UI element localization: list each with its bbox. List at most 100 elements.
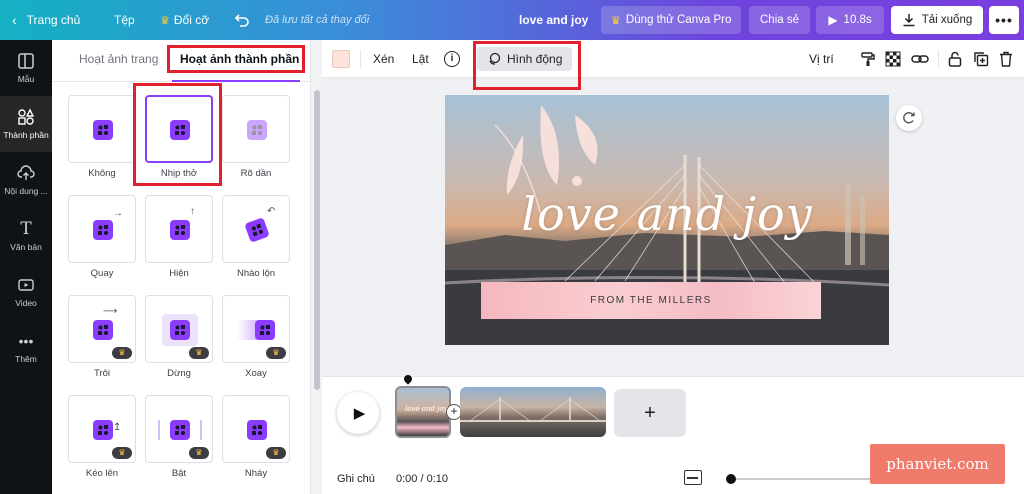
notes-button[interactable]: Ghi chú	[337, 473, 375, 485]
design-page[interactable]: love and joy FROM THE MILLERS	[445, 95, 889, 345]
animation-thumbnail	[222, 95, 290, 163]
color-picker-button[interactable]	[332, 40, 350, 78]
more-button[interactable]: •••	[989, 6, 1019, 34]
shapes-icon	[93, 320, 113, 340]
pro-crown-badge: ♛	[112, 447, 132, 459]
animation-option-pop[interactable]: ♛ Bật	[145, 395, 213, 479]
arrow-right-icon: ⟶	[103, 306, 118, 317]
rail-item-uploads[interactable]: Nội dung ...	[0, 152, 52, 208]
pro-crown-badge: ♛	[112, 347, 132, 359]
pro-crown-badge: ♛	[266, 447, 286, 459]
animation-option-drift[interactable]: ⟶ ♛ Trôi	[68, 295, 136, 379]
duplicate-button[interactable]	[973, 40, 989, 78]
download-button[interactable]: Tải xuống	[891, 6, 983, 34]
playhead[interactable]	[402, 373, 414, 385]
color-swatch	[332, 50, 350, 68]
watermark-text: phanviet.com	[886, 455, 989, 473]
animation-label: Dừng	[167, 368, 191, 379]
file-label: Tệp	[114, 13, 135, 27]
animation-label: Rõ dần	[240, 168, 272, 179]
position-button[interactable]: Vị trí	[809, 40, 834, 78]
flip-button[interactable]: Lật	[412, 40, 429, 78]
animation-label: Xoay	[245, 368, 267, 379]
resize-label: Đổi cỡ	[173, 13, 210, 27]
animation-option-pan-up[interactable]: ↥ ♛ Kéo lên	[68, 395, 136, 479]
grid-view-button[interactable]	[684, 470, 702, 485]
crop-button[interactable]: Xén	[373, 40, 394, 78]
lock-icon	[948, 51, 962, 67]
highlight-element-animations-tab	[167, 45, 305, 73]
transparency-button[interactable]	[885, 40, 901, 78]
scene-thumbnail-1[interactable]: love and joy	[395, 386, 451, 438]
design-banner[interactable]: FROM THE MILLERS	[481, 282, 821, 319]
animation-option-rotate[interactable]: → Quay	[68, 195, 136, 279]
try-pro-button[interactable]: ♛ Dùng thử Canva Pro	[601, 6, 741, 34]
animation-thumbnail: ♛	[222, 395, 290, 463]
home-button[interactable]: ‹ Trang chủ	[12, 0, 80, 40]
rail-item-templates[interactable]: Mẫu	[0, 40, 52, 96]
time-display: 0:00 / 0:10	[396, 473, 448, 485]
pro-crown-badge: ♛	[189, 347, 209, 359]
animation-option-spin[interactable]: ♛ Xoay	[222, 295, 290, 379]
flip-label: Lật	[412, 52, 429, 66]
zoom-slider-handle[interactable]	[726, 474, 736, 484]
info-button[interactable]: i	[444, 40, 460, 78]
paint-roller-button[interactable]	[860, 40, 876, 78]
scene-thumbnail-2[interactable]	[460, 387, 606, 437]
shapes-icon	[170, 220, 190, 240]
animation-thumbnail: ⟶ ♛	[68, 295, 136, 363]
lock-button[interactable]	[948, 40, 962, 78]
animation-thumbnail: ↥ ♛	[68, 395, 136, 463]
undo-button[interactable]	[234, 0, 250, 40]
editor-toolbar: Xén Lật i Hình động Vị trí	[322, 40, 1024, 78]
highlight-animate-button	[473, 41, 581, 90]
delete-button[interactable]	[999, 40, 1013, 78]
transparency-icon	[885, 51, 901, 67]
pro-crown-badge: ♛	[266, 347, 286, 359]
animation-option-fade[interactable]: Rõ dần	[222, 95, 290, 179]
cloud-upload-icon	[17, 165, 35, 180]
rail-item-more[interactable]: ••• Thêm	[0, 320, 52, 376]
tab-page-animations[interactable]: Hoạt ảnh trang	[79, 52, 158, 66]
rail-item-elements[interactable]: Thành phần	[0, 96, 52, 152]
refresh-button[interactable]	[896, 105, 922, 131]
motion-trail	[237, 320, 257, 340]
panel-scroll-thumb[interactable]	[314, 90, 320, 390]
arrow-right-icon: →	[113, 208, 123, 219]
animation-option-rise[interactable]: ↑ Hiện	[145, 195, 213, 279]
add-scene-button[interactable]: +	[614, 389, 686, 437]
share-label: Chia sẻ	[760, 14, 799, 26]
pop-lines-left	[158, 420, 162, 440]
play-timeline-button[interactable]: ▶	[337, 392, 379, 434]
canvas-area: love and joy FROM THE MILLERS	[322, 78, 1024, 376]
animation-thumbnail: ♛	[145, 295, 213, 363]
design-title-text[interactable]: love and joy	[485, 187, 849, 241]
animation-thumbnail: ↑	[145, 195, 213, 263]
animation-label: Bật	[171, 468, 187, 479]
animation-option-none[interactable]: Không	[68, 95, 136, 179]
elements-icon	[18, 108, 35, 125]
shapes-icon	[170, 420, 190, 440]
animation-option-tumble[interactable]: ↶ Nhào lộn	[222, 195, 290, 279]
share-button[interactable]: Chia sẻ	[749, 6, 810, 34]
animation-thumbnail	[68, 95, 136, 163]
save-status: Đã lưu tất cả thay đổi	[265, 14, 370, 26]
animation-option-stomp[interactable]: ♛ Dừng	[145, 295, 213, 379]
design-title[interactable]: love and joy	[519, 0, 588, 40]
top-bar: ‹ Trang chủ Tệp ♛ Đổi cỡ Đã lưu tất cả t…	[0, 0, 1024, 40]
play-icon: ▶	[828, 13, 838, 27]
panel-scrollbar[interactable]	[310, 40, 322, 494]
file-menu[interactable]: Tệp	[114, 0, 135, 40]
animation-option-blink[interactable]: ♛ Nháy	[222, 395, 290, 479]
rail-item-video[interactable]: Video	[0, 264, 52, 320]
download-icon	[903, 14, 915, 27]
animation-label: Trôi	[93, 368, 110, 379]
resize-button[interactable]: ♛ Đổi cỡ	[160, 0, 209, 40]
rail-item-text[interactable]: T Văn bản	[0, 208, 52, 264]
animation-thumbnail: ↶	[222, 195, 290, 263]
play-button[interactable]: ▶ 10.8s	[816, 6, 884, 34]
trash-icon	[1000, 51, 1012, 67]
info-icon: i	[444, 51, 460, 67]
zoom-slider[interactable]	[726, 474, 870, 484]
link-button[interactable]	[911, 40, 929, 78]
